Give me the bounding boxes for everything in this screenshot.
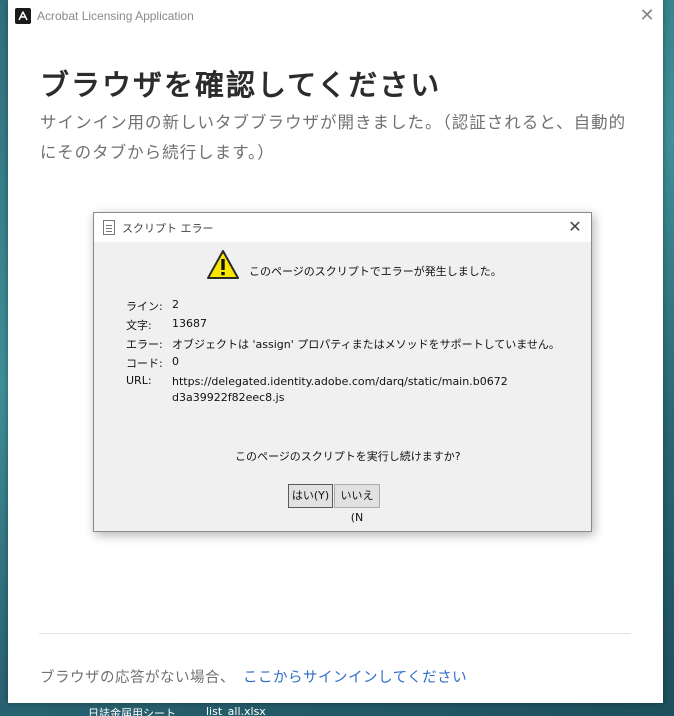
line-label: ライン: bbox=[126, 300, 163, 313]
window-close-button[interactable]: ✕ bbox=[637, 6, 657, 26]
url-value: https://delegated.identity.adobe.com/dar… bbox=[172, 375, 508, 404]
char-value: 13687 bbox=[172, 317, 207, 330]
window-title: Acrobat Licensing Application bbox=[37, 9, 194, 23]
no-button[interactable]: いいえ(N bbox=[334, 484, 380, 524]
yes-button[interactable]: はい(Y) bbox=[288, 484, 333, 508]
footer: ブラウザの応答がない場合、 ここからサインインしてください bbox=[40, 666, 467, 687]
footer-text: ブラウザの応答がない場合、 bbox=[40, 670, 235, 686]
error-headline: このページのスクリプトでエラーが発生しました。 bbox=[249, 265, 502, 278]
code-value: 0 bbox=[172, 355, 179, 368]
dialog-title: スクリプト エラー bbox=[122, 222, 214, 235]
desktop-background bbox=[662, 0, 674, 716]
dialog-titlebar: スクリプト エラー ✕ bbox=[94, 213, 591, 242]
desktop-item-1[interactable]: 日誌金届用シート bbox=[88, 705, 176, 716]
error-value: オブジェクトは 'assign' プロパティまたはメソッドをサポートしていません… bbox=[172, 338, 560, 351]
char-label: 文字: bbox=[126, 319, 152, 332]
dialog-close-button[interactable]: ✕ bbox=[566, 217, 584, 237]
code-label: コード: bbox=[126, 357, 163, 370]
error-label: エラー: bbox=[126, 338, 163, 351]
url-label: URL: bbox=[126, 374, 152, 387]
script-error-dialog: スクリプト エラー ✕ このページのスクリプトでエラーが発生しました。 ライン:… bbox=[93, 212, 592, 532]
acrobat-logo-icon bbox=[15, 8, 31, 24]
page-heading: ブラウザを確認してください bbox=[40, 68, 442, 102]
continue-question: このページのスクリプトを実行し続けますか? bbox=[235, 450, 461, 463]
window-titlebar: Acrobat Licensing Application ✕ bbox=[8, 0, 663, 32]
document-icon bbox=[103, 220, 115, 235]
signin-link[interactable]: ここからサインインしてください bbox=[243, 670, 467, 686]
desktop-item-2[interactable]: list_all.xlsx bbox=[206, 705, 266, 716]
warning-icon bbox=[207, 250, 239, 279]
line-value: 2 bbox=[172, 298, 179, 311]
page-subtext: サインイン用の新しいタブブラウザが開きました。（認証されると、自動的にそのタブか… bbox=[40, 113, 627, 162]
footer-divider bbox=[39, 633, 631, 634]
